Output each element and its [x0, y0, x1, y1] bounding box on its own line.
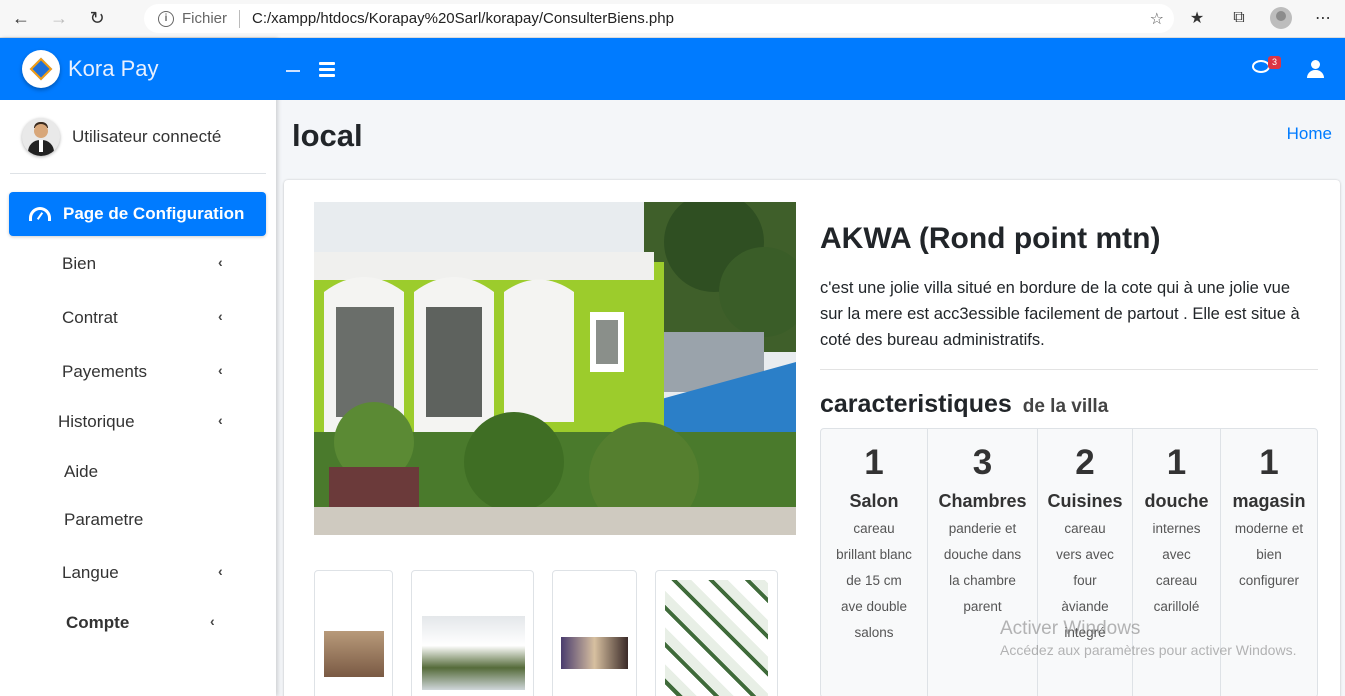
characteristics-heading: caracteristiques de la villa: [820, 390, 1108, 419]
feature-count: 2: [1075, 443, 1095, 482]
section-divider: [820, 369, 1318, 370]
characteristics-title: caracteristiques: [820, 390, 1012, 418]
windows-activation-watermark: Activer Windows Accédez aux paramètres p…: [1000, 618, 1296, 658]
user-icon[interactable]: [1307, 60, 1324, 78]
thumbnail-4[interactable]: [655, 570, 778, 696]
feature-count: 1: [1259, 443, 1279, 482]
sidebar-item-aide[interactable]: Aide: [0, 452, 276, 492]
user-avatar: [22, 117, 60, 156]
sidebar-item-compte[interactable]: Compte ‹: [0, 603, 276, 643]
thumbnail-image: [561, 637, 628, 669]
brand-link[interactable]: Kora Pay: [0, 38, 276, 100]
profile-avatar: [1270, 7, 1292, 29]
feature-salon: 1 Salon careau brillant blanc de 15 cm a…: [821, 429, 928, 696]
breadcrumb-home[interactable]: Home: [1287, 124, 1332, 144]
chevron-left-icon: ‹: [218, 362, 223, 378]
sidebar-item-bien[interactable]: Bien ‹: [0, 244, 276, 284]
thumbnail-3[interactable]: [552, 570, 637, 696]
top-navbar: 3: [276, 38, 1345, 100]
sidebar-item-historique[interactable]: Historique ‹: [0, 402, 276, 442]
sidebar-item-label: Aide: [64, 462, 99, 481]
chevron-left-icon: ‹: [218, 308, 223, 324]
watermark-line-1: Activer Windows: [1000, 618, 1141, 639]
add-favorite-icon[interactable]: ☆: [1150, 9, 1164, 29]
feature-description: panderie et douche dans la chambre paren…: [943, 521, 1022, 614]
sidebar-item-parametre[interactable]: Parametre: [0, 500, 276, 540]
sidebar-item-label: Contrat: [62, 308, 118, 327]
feature-name: douche: [1144, 491, 1209, 511]
sidebar-item-payements[interactable]: Payements ‹: [0, 352, 276, 392]
url-scheme: Fichier: [182, 10, 228, 27]
sidebar: Kora Pay Utilisateur connecté Page de Co…: [0, 38, 276, 696]
thumbnail-image: [665, 580, 768, 696]
thumbnail-2[interactable]: [411, 570, 534, 696]
favorites-icon[interactable]: ★: [1183, 4, 1211, 32]
feature-name: magasin: [1232, 491, 1306, 511]
thumbnail-1[interactable]: [314, 570, 393, 696]
sidebar-item-label: Payements: [62, 362, 148, 381]
sidebar-item-label: Compte: [66, 613, 130, 632]
chevron-left-icon: ‹: [218, 563, 223, 579]
feature-description: moderne et bien configurer: [1234, 521, 1304, 588]
property-main-image[interactable]: [314, 202, 796, 535]
feature-count: 1: [864, 443, 884, 482]
sidebar-item-contrat[interactable]: Contrat ‹: [0, 298, 276, 338]
reload-icon[interactable]: ↻: [80, 4, 114, 34]
sidebar-item-page-de-configuration[interactable]: Page de Configuration: [9, 192, 266, 236]
messages-badge: 3: [1268, 56, 1281, 69]
property-title: AKWA (Rond point mtn): [820, 222, 1161, 255]
feature-name: Cuisines: [1047, 491, 1123, 511]
forward-arrow-icon[interactable]: →: [42, 4, 76, 34]
profile-icon[interactable]: [1267, 4, 1295, 32]
chevron-left-icon: ‹: [210, 613, 215, 629]
user-panel[interactable]: Utilisateur connecté: [10, 100, 266, 174]
chevron-left-icon: ‹: [218, 412, 223, 428]
brand-name: Kora Pay: [68, 56, 159, 81]
more-options-icon[interactable]: ⋯: [1309, 4, 1337, 32]
watermark-line-2: Accédez aux paramètres pour activer Wind…: [1000, 642, 1297, 658]
feature-description: internes avec careau carillolé: [1152, 521, 1201, 614]
hamburger-menu-icon[interactable]: [319, 62, 335, 80]
url-text[interactable]: C:/xampp/htdocs/Korapay%20Sarl/korapay/C…: [252, 10, 674, 27]
collections-icon[interactable]: ⧉: [1225, 4, 1253, 32]
sidebar-item-label: Page de Configuration: [63, 204, 245, 223]
messages-icon[interactable]: 3: [1252, 56, 1281, 78]
villa-illustration: [314, 202, 796, 535]
page-title: local: [292, 118, 363, 153]
chevron-left-icon: ‹: [218, 254, 223, 270]
sidebar-item-label: Historique: [58, 412, 135, 431]
sidebar-item-label: Bien: [62, 254, 97, 273]
feature-description: careau brillant blanc de 15 cm ave doubl…: [836, 521, 912, 640]
browser-toolbar: ← → ↻ i Fichier C:/xampp/htdocs/Korapay%…: [0, 0, 1345, 38]
feature-name: Chambres: [938, 491, 1027, 511]
address-bar[interactable]: i Fichier C:/xampp/htdocs/Korapay%20Sarl…: [144, 4, 1174, 33]
navbar-underscore: [286, 70, 300, 72]
property-description: c'est une jolie villa situé en bordure d…: [820, 279, 1300, 349]
feature-count: 1: [1166, 443, 1187, 482]
feature-name: Salon: [849, 491, 899, 511]
back-arrow-icon[interactable]: ←: [4, 4, 38, 34]
sidebar-item-label: Parametre: [64, 510, 144, 529]
tachometer-icon: [29, 207, 51, 221]
url-separator: [239, 9, 241, 28]
feature-count: 3: [972, 443, 993, 482]
thumbnail-image: [422, 616, 525, 690]
brand-logo-icon: [22, 50, 60, 88]
characteristics-subtitle: de la villa: [1022, 396, 1109, 417]
user-name[interactable]: Utilisateur connecté: [72, 127, 221, 147]
thumbnail-image: [324, 631, 384, 677]
sidebar-item-label: Langue: [62, 563, 119, 582]
browser-actions: ★ ⧉ ⋯: [1183, 4, 1337, 32]
info-icon[interactable]: i: [158, 10, 174, 27]
sidebar-item-langue[interactable]: Langue ‹: [0, 553, 276, 593]
